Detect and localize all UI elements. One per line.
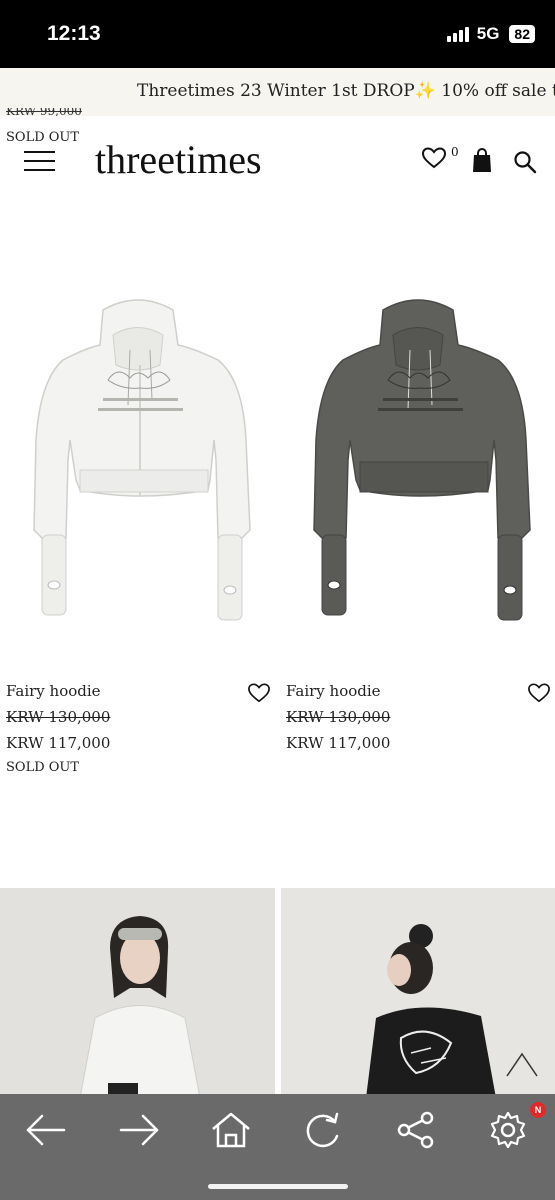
battery-icon: 82	[509, 25, 535, 43]
product-sold-out-label: SOLD OUT	[6, 760, 80, 775]
product-image-charcoal-hoodie[interactable]	[298, 290, 538, 630]
product-image-white-hoodie[interactable]	[18, 290, 258, 630]
shopping-bag-icon[interactable]	[472, 148, 492, 173]
scroll-to-top-icon[interactable]	[505, 1050, 539, 1078]
notification-badge: N	[530, 1102, 546, 1118]
home-icon[interactable]	[209, 1110, 253, 1150]
signal-icon	[446, 26, 469, 42]
wishlist-heart-icon[interactable]	[421, 146, 447, 170]
product-original-price: KRW 130,000	[286, 708, 391, 726]
search-icon[interactable]	[513, 150, 537, 174]
wishlist-count: 0	[451, 145, 459, 159]
share-icon[interactable]	[394, 1110, 438, 1150]
sold-out-label: SOLD OUT	[6, 130, 80, 145]
product-wishlist-heart-icon[interactable]	[527, 682, 551, 704]
status-bar: 12:13 5G 82	[0, 0, 555, 68]
status-indicators: 5G 82	[446, 24, 535, 44]
announcement-text: Threetimes 23 Winter 1st DROP✨ 10% off s…	[137, 81, 555, 101]
status-time: 12:13	[47, 22, 101, 45]
network-type: 5G	[476, 24, 500, 43]
settings-icon[interactable]	[486, 1110, 530, 1150]
product-sale-price: KRW 117,000	[6, 734, 111, 752]
refresh-icon[interactable]	[301, 1110, 345, 1150]
back-icon[interactable]	[24, 1110, 68, 1150]
home-indicator[interactable]	[208, 1184, 348, 1189]
hamburger-menu-button[interactable]	[24, 151, 55, 173]
site-logo[interactable]: threetimes	[95, 136, 262, 183]
forward-icon[interactable]	[117, 1110, 161, 1150]
announcement-bar[interactable]: Threetimes 23 Winter 1st DROP✨ 10% off s…	[0, 68, 555, 116]
product-sale-price: KRW 117,000	[286, 734, 391, 752]
product-name[interactable]: Fairy hoodie	[6, 682, 101, 700]
product-name[interactable]: Fairy hoodie	[286, 682, 381, 700]
product-original-price: KRW 130,000	[6, 708, 111, 726]
product-wishlist-heart-icon[interactable]	[247, 682, 271, 704]
partial-price: KRW 99,000	[6, 108, 82, 116]
product-photo-model-white[interactable]	[0, 888, 275, 1098]
browser-bottom-bar: N	[0, 1094, 555, 1200]
